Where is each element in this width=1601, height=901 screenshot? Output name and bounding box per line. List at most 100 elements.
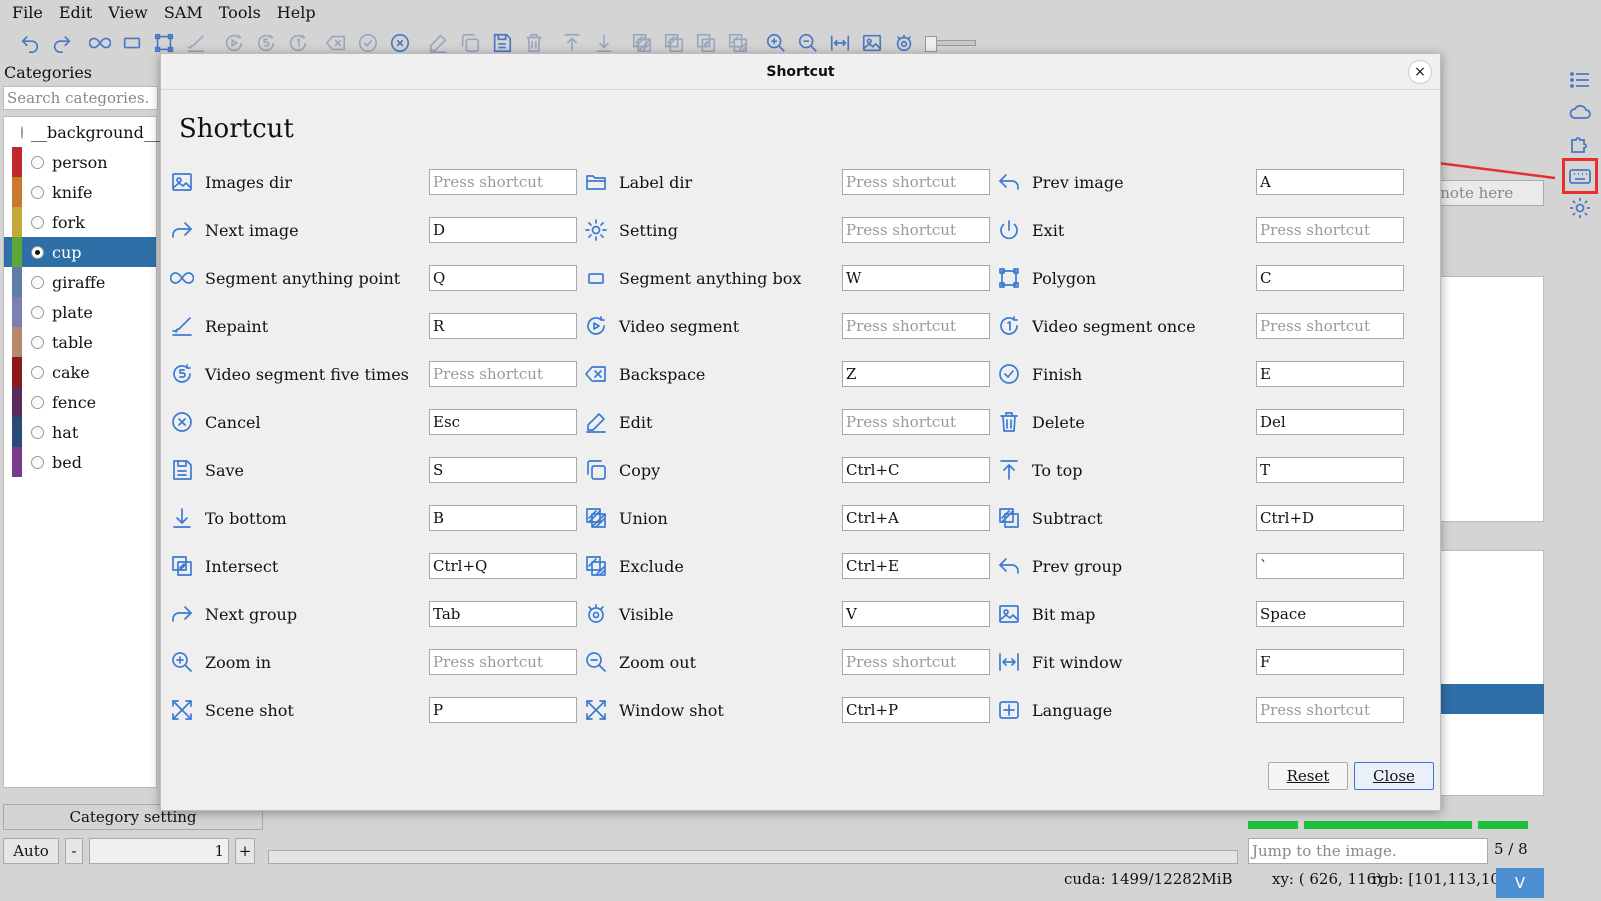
menu-view[interactable]: View — [100, 3, 156, 22]
redo-icon[interactable] — [46, 27, 78, 59]
category-radio[interactable] — [21, 125, 23, 139]
menu-file[interactable]: File — [4, 3, 51, 22]
category-radio[interactable] — [31, 245, 44, 259]
shortcut-input[interactable]: Press shortcut — [1256, 697, 1404, 723]
category-item[interactable]: hat — [4, 417, 156, 447]
search-categories-input[interactable]: Search categories. — [3, 86, 158, 110]
undo-icon[interactable] — [14, 27, 46, 59]
category-item[interactable]: __background__ — [4, 117, 160, 147]
shortcut-input[interactable]: E — [1256, 361, 1404, 387]
shortcut-input[interactable]: Esc — [429, 409, 577, 435]
category-item[interactable]: knife — [4, 177, 156, 207]
shortcut-input[interactable]: Press shortcut — [429, 169, 577, 195]
category-radio[interactable] — [31, 455, 44, 469]
reset-button[interactable]: Reset — [1268, 762, 1348, 790]
shortcut-item: Segment anything box — [583, 264, 801, 292]
categories-panel: Categories Search categories. __backgrou… — [0, 62, 160, 798]
settings-icon[interactable] — [1564, 192, 1596, 224]
cloud-icon[interactable] — [1564, 96, 1596, 128]
shortcut-input[interactable]: Press shortcut — [842, 169, 990, 195]
shortcut-input[interactable]: F — [1256, 649, 1404, 675]
next-image-icon — [169, 217, 195, 243]
shortcut-input[interactable]: C — [1256, 265, 1404, 291]
shortcut-input[interactable]: ` — [1256, 553, 1404, 579]
shortcut-item: Language — [996, 696, 1112, 724]
shortcut-input[interactable]: Ctrl+A — [842, 505, 990, 531]
shortcut-input[interactable]: Ctrl+C — [842, 457, 990, 483]
list-icon[interactable] — [1564, 64, 1596, 96]
dialog-close-icon[interactable]: × — [1408, 60, 1432, 84]
shortcut-input[interactable]: B — [429, 505, 577, 531]
infinity-icon[interactable] — [84, 27, 116, 59]
shortcut-input[interactable]: W — [842, 265, 990, 291]
category-radio[interactable] — [31, 305, 44, 319]
shortcut-input[interactable]: P — [429, 697, 577, 723]
jump-to-image-input[interactable]: Jump to the image. — [1248, 838, 1488, 864]
rect-icon[interactable] — [116, 27, 148, 59]
shortcut-input[interactable]: Space — [1256, 601, 1404, 627]
shortcut-item: Exclude — [583, 552, 684, 580]
keyboard-icon[interactable] — [1562, 158, 1598, 194]
shortcut-input[interactable]: D — [429, 217, 577, 243]
shortcut-input[interactable]: Press shortcut — [842, 409, 990, 435]
category-radio[interactable] — [31, 425, 44, 439]
shortcut-input[interactable]: A — [1256, 169, 1404, 195]
shortcut-input[interactable]: Ctrl+Q — [429, 553, 577, 579]
category-item[interactable]: fence — [4, 387, 156, 417]
category-radio[interactable] — [31, 155, 44, 169]
shortcut-input[interactable]: Press shortcut — [1256, 313, 1404, 339]
category-item[interactable]: plate — [4, 297, 156, 327]
category-radio[interactable] — [31, 215, 44, 229]
group-spinbox[interactable]: 1 — [89, 838, 229, 864]
shortcut-input[interactable]: Tab — [429, 601, 577, 627]
category-name: hat — [52, 422, 79, 442]
shortcut-input[interactable]: V — [842, 601, 990, 627]
menu-help[interactable]: Help — [269, 3, 324, 22]
minus-button[interactable]: - — [65, 838, 83, 864]
shortcut-input[interactable]: Press shortcut — [842, 217, 990, 243]
category-radio[interactable] — [31, 335, 44, 349]
shortcut-label: Prev group — [1032, 556, 1123, 576]
union-icon — [583, 505, 609, 531]
cancel-icon — [169, 409, 195, 435]
shortcut-input[interactable]: S — [429, 457, 577, 483]
category-item[interactable]: fork — [4, 207, 156, 237]
puzzle-icon[interactable] — [1564, 128, 1596, 160]
shortcut-input[interactable]: T — [1256, 457, 1404, 483]
auto-button[interactable]: Auto — [3, 838, 59, 864]
category-radio[interactable] — [31, 365, 44, 379]
shortcut-input[interactable]: Press shortcut — [842, 313, 990, 339]
shortcut-input[interactable]: Press shortcut — [1256, 217, 1404, 243]
category-name: bed — [52, 452, 82, 472]
shortcut-input[interactable]: Ctrl+E — [842, 553, 990, 579]
category-item[interactable]: bed — [4, 447, 156, 477]
category-item[interactable]: giraffe — [4, 267, 156, 297]
shortcut-input[interactable]: R — [429, 313, 577, 339]
category-item[interactable]: person — [4, 147, 156, 177]
shortcut-input[interactable]: Q — [429, 265, 577, 291]
category-radio[interactable] — [31, 185, 44, 199]
shortcut-input[interactable]: Ctrl+D — [1256, 505, 1404, 531]
close-button[interactable]: Close — [1354, 762, 1434, 790]
menu-tools[interactable]: Tools — [211, 3, 269, 22]
shortcut-input[interactable]: Press shortcut — [842, 649, 990, 675]
shortcut-label: Images dir — [205, 172, 293, 192]
shortcut-input[interactable]: Press shortcut — [429, 649, 577, 675]
horizontal-scrollbar[interactable] — [268, 850, 1238, 864]
menu-edit[interactable]: Edit — [51, 3, 100, 22]
plus-button[interactable]: + — [235, 838, 255, 864]
shortcut-input[interactable]: Del — [1256, 409, 1404, 435]
shortcut-item: Scene shot — [169, 696, 294, 724]
category-item[interactable]: cup — [4, 237, 156, 267]
category-radio[interactable] — [31, 395, 44, 409]
category-item[interactable]: cake — [4, 357, 156, 387]
category-item[interactable]: table — [4, 327, 156, 357]
v-button[interactable]: V — [1496, 868, 1544, 898]
shortcut-input[interactable]: Press shortcut — [429, 361, 577, 387]
shortcut-input[interactable]: Ctrl+P — [842, 697, 990, 723]
category-radio[interactable] — [31, 275, 44, 289]
opacity-slider[interactable] — [925, 36, 976, 52]
shortcut-input[interactable]: Z — [842, 361, 990, 387]
shortcut-label: Bit map — [1032, 604, 1096, 624]
menu-sam[interactable]: SAM — [156, 3, 211, 22]
